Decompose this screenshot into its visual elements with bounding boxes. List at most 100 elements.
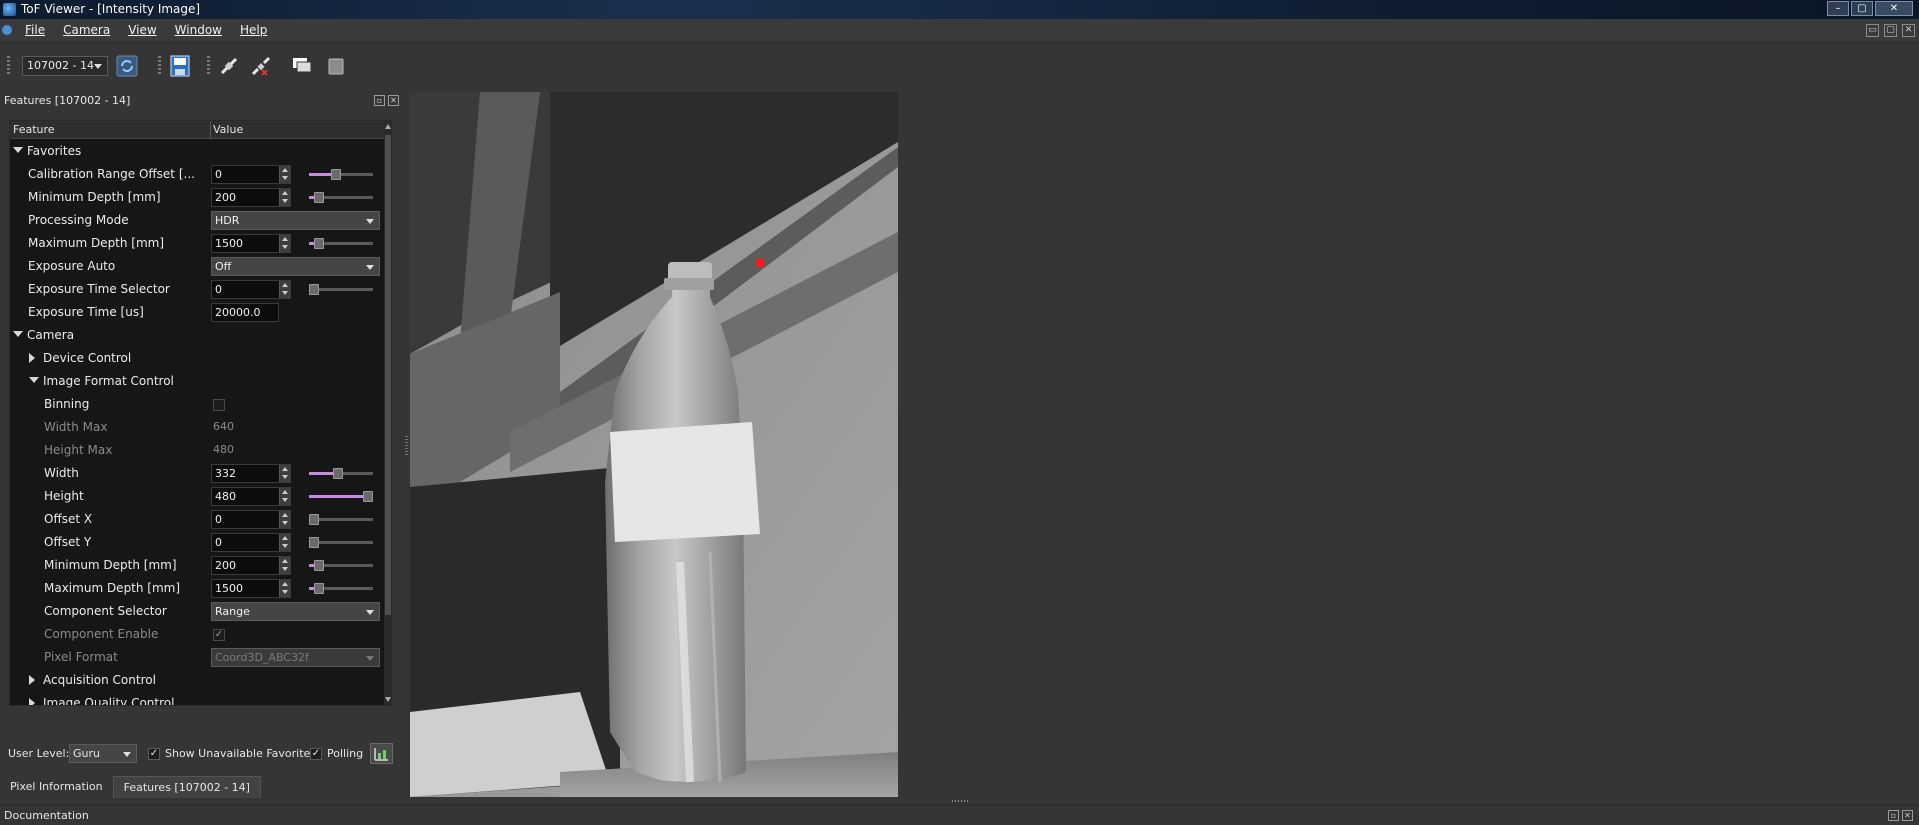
value-spinbox[interactable]: 480 [211, 487, 291, 506]
value-select[interactable]: Off [211, 257, 380, 276]
tree-row[interactable]: Favorites [10, 140, 384, 163]
close-button[interactable]: ✕ [1875, 1, 1913, 16]
value-slider[interactable] [309, 169, 373, 180]
tree-row[interactable]: Component Selector Range [10, 600, 384, 623]
tree-row[interactable]: Exposure Time Selector 0 [10, 278, 384, 301]
polling-checkbox[interactable]: ✓ [310, 747, 322, 760]
value-spinbox[interactable]: 1500 [211, 579, 291, 598]
refresh-button[interactable] [115, 54, 139, 78]
tree-row[interactable]: Acquisition Control [10, 669, 384, 692]
tree-row[interactable]: Width 332 [10, 462, 384, 485]
toolbar-grip[interactable] [7, 56, 10, 76]
value-spinbox[interactable]: 332 [211, 464, 291, 483]
show-unavailable-favorites-toggle[interactable]: ✓ Show Unavailable Favorites [148, 747, 316, 760]
value-slider[interactable] [309, 514, 373, 525]
expanded-arrow-icon[interactable] [13, 147, 23, 153]
expanded-arrow-icon[interactable] [13, 331, 23, 337]
spin-arrows-icon[interactable] [279, 557, 290, 574]
toolbar-grip[interactable] [207, 56, 210, 76]
slider-handle[interactable] [309, 284, 319, 295]
tree-scrollbar[interactable] [384, 121, 391, 705]
collapsed-arrow-icon[interactable] [29, 353, 35, 363]
tree-row[interactable]: Image Format Control [10, 370, 384, 393]
slider-handle[interactable] [309, 537, 319, 548]
show-unavailable-checkbox[interactable]: ✓ [148, 747, 160, 760]
windows-button[interactable] [290, 54, 314, 78]
mdi-close-button[interactable]: ✕ [1902, 24, 1915, 37]
spin-arrows-icon[interactable] [279, 166, 290, 183]
tab-pixel-information[interactable]: Pixel Information [0, 776, 113, 798]
intensity-image[interactable] [410, 92, 898, 797]
float-panel-button[interactable]: ▫ [374, 95, 385, 106]
splitter-handle[interactable] [405, 436, 408, 456]
slider-handle[interactable] [331, 169, 341, 180]
tree-row[interactable]: Width Max 640 [10, 416, 384, 439]
tree-row[interactable]: Calibration Range Offset [... 0 [10, 163, 384, 186]
tree-row[interactable]: Exposure Time [us] 20000.0 [10, 301, 384, 324]
user-level-select[interactable]: Guru [69, 744, 137, 763]
tree-row[interactable]: Exposure Auto Off [10, 255, 384, 278]
close-panel-button[interactable]: ✕ [388, 95, 399, 106]
value-slider[interactable] [309, 238, 373, 249]
connect-button[interactable] [217, 54, 241, 78]
spin-arrows-icon[interactable] [279, 534, 290, 551]
slider-handle[interactable] [314, 583, 324, 594]
value-spinbox[interactable]: 0 [211, 280, 291, 299]
tree-row[interactable]: Height 480 [10, 485, 384, 508]
spin-arrows-icon[interactable] [279, 488, 290, 505]
minimize-button[interactable]: – [1827, 1, 1849, 16]
toolbar-grip[interactable] [158, 56, 161, 76]
slider-handle[interactable] [314, 238, 324, 249]
spin-arrows-icon[interactable] [279, 189, 290, 206]
polling-toggle[interactable]: ✓ Polling [310, 747, 363, 760]
spin-arrows-icon[interactable] [279, 580, 290, 597]
stop-button[interactable] [324, 54, 348, 78]
value-slider[interactable] [309, 284, 373, 295]
menu-file[interactable]: File [16, 23, 54, 37]
value-input[interactable]: 20000.0 [211, 303, 279, 322]
splitter-handle[interactable] [952, 800, 970, 802]
tree-row[interactable]: Offset X 0 [10, 508, 384, 531]
spin-arrows-icon[interactable] [279, 235, 290, 252]
tree-row[interactable]: Maximum Depth [mm] 1500 [10, 577, 384, 600]
value-select[interactable]: Range [211, 602, 380, 621]
value-spinbox[interactable]: 0 [211, 533, 291, 552]
value-spinbox[interactable]: 0 [211, 165, 291, 184]
value-slider[interactable] [309, 537, 373, 548]
feature-tree[interactable]: Feature Value Favorites Calibration Range… [9, 120, 392, 706]
tree-row[interactable]: Minimum Depth [mm] 200 [10, 186, 384, 209]
mdi-window-icon[interactable] [2, 25, 12, 35]
menu-view[interactable]: View [119, 23, 165, 37]
value-slider[interactable] [309, 583, 373, 594]
spin-arrows-icon[interactable] [279, 281, 290, 298]
value-spinbox[interactable]: 200 [211, 556, 291, 575]
camera-select[interactable]: 107002 - 14 [22, 56, 108, 76]
menu-camera[interactable]: Camera [54, 23, 119, 37]
spin-arrows-icon[interactable] [279, 465, 290, 482]
value-slider[interactable] [309, 491, 373, 502]
value-spinbox[interactable]: 1500 [211, 234, 291, 253]
scrollbar-thumb[interactable] [385, 135, 391, 615]
expanded-arrow-icon[interactable] [29, 377, 39, 383]
feature-column-header[interactable]: Feature [13, 123, 55, 136]
menu-help[interactable]: Help [231, 23, 276, 37]
save-button[interactable] [168, 54, 192, 78]
tree-row[interactable]: Device Control [10, 347, 384, 370]
close-panel-button[interactable]: ✕ [1902, 810, 1913, 821]
value-checkbox[interactable] [213, 399, 225, 411]
value-slider[interactable] [309, 468, 373, 479]
slider-handle[interactable] [314, 192, 324, 203]
maximize-button[interactable]: ▢ [1851, 1, 1873, 16]
value-slider[interactable] [309, 560, 373, 571]
polling-settings-button[interactable] [370, 743, 393, 764]
float-panel-button[interactable]: ▫ [1888, 810, 1899, 821]
tree-row[interactable]: Offset Y 0 [10, 531, 384, 554]
tree-row[interactable]: Maximum Depth [mm] 1500 [10, 232, 384, 255]
value-spinbox[interactable]: 200 [211, 188, 291, 207]
tree-row[interactable]: Processing Mode HDR [10, 209, 384, 232]
value-slider[interactable] [309, 192, 373, 203]
disconnect-button[interactable] [249, 54, 273, 78]
tree-row[interactable]: Height Max 480 [10, 439, 384, 462]
collapsed-arrow-icon[interactable] [29, 698, 35, 705]
slider-handle[interactable] [363, 491, 373, 502]
